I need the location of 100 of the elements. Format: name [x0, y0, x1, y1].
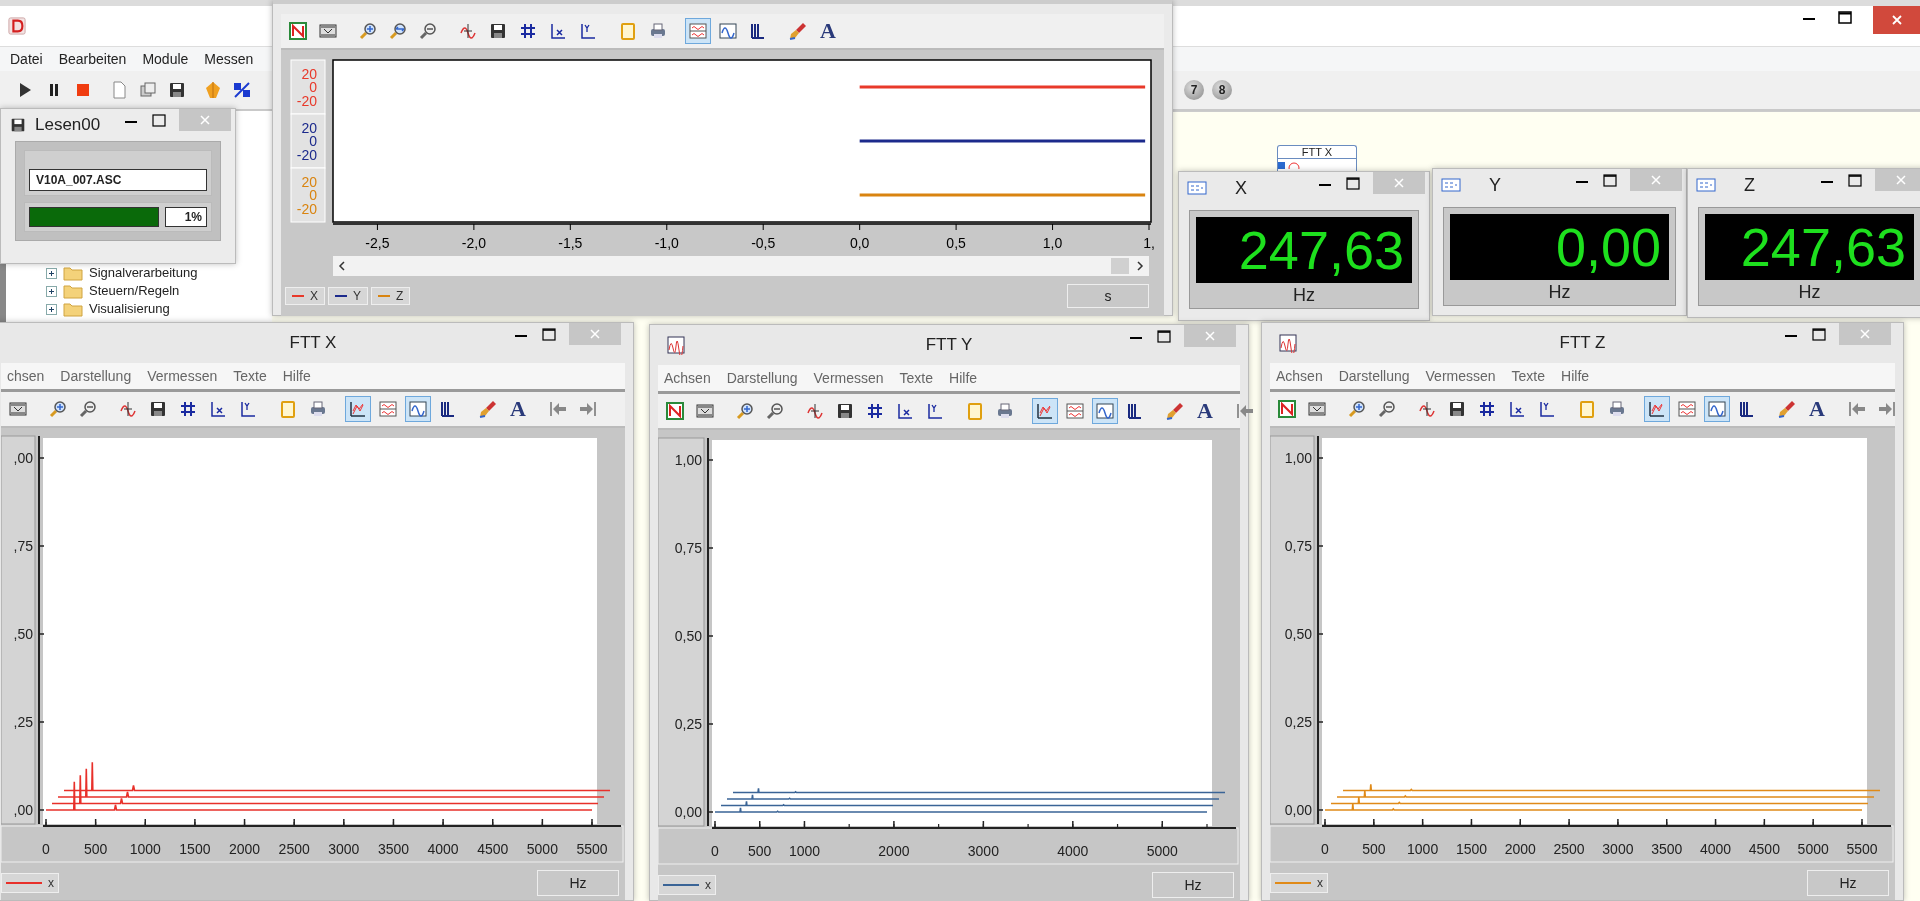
menu-item[interactable]: Hilfe	[949, 370, 978, 386]
axis-label: -20	[296, 200, 317, 217]
axis-label: 3000	[328, 841, 360, 857]
axis-label: 2000	[878, 843, 910, 859]
axis-label: 1500	[1455, 841, 1488, 857]
window-title: FTT X	[289, 333, 337, 353]
axis-label: 20	[301, 65, 317, 82]
axis-label: 0	[1321, 841, 1329, 857]
axis-label: 5500	[1846, 841, 1878, 857]
font-button[interactable]: A	[1192, 398, 1218, 424]
menu-item[interactable]: Vermessen	[813, 370, 884, 386]
axis-label: 0	[42, 841, 50, 857]
menu-item[interactable]: Achsen	[664, 370, 711, 386]
step-button[interactable]: 7	[1184, 80, 1204, 100]
axis-label: 1,0	[1042, 235, 1063, 251]
axis-label: 0,75	[1284, 538, 1312, 554]
axis-label: 5500	[576, 841, 608, 857]
axis-label: 0,00	[674, 804, 702, 820]
axis-label: 5000	[1146, 843, 1178, 859]
axis-label: 20	[301, 119, 317, 136]
axis-label: 1500	[179, 841, 211, 857]
unit-label: Hz	[1292, 284, 1316, 307]
unit-label: Hz	[1152, 872, 1234, 898]
axis-label: 5000	[526, 841, 558, 857]
tree-item[interactable]: Steuern/Regeln	[89, 283, 180, 299]
legend-item[interactable]: X	[285, 287, 325, 305]
font-button[interactable]: A	[815, 18, 841, 44]
axis-label: 500	[83, 841, 108, 857]
axis-label: 0,50	[1284, 626, 1312, 642]
menu-item[interactable]: Darstellung	[60, 368, 132, 384]
block-title: FTT X	[1278, 146, 1356, 159]
axis-label: 1000	[1407, 841, 1439, 857]
menu-item[interactable]: Texte	[233, 368, 267, 384]
unit-label: Hz	[1807, 870, 1889, 896]
window-title: Y	[1489, 174, 1501, 196]
tree-item[interactable]: Signalverarbeitung	[89, 265, 198, 281]
menu-item[interactable]: Darstellung	[726, 370, 798, 386]
axis-label: -0,5	[751, 235, 776, 251]
axis-label: 1,00	[1284, 450, 1312, 466]
window-title: Z	[1744, 174, 1755, 196]
axis-label: 500	[748, 843, 772, 859]
axis-label: ,50	[13, 626, 33, 642]
progress-reading: 1%	[165, 207, 207, 227]
axis-label: 2500	[1553, 841, 1585, 857]
file-field[interactable]: V10A_007.ASC	[29, 169, 207, 191]
axis-label: 0	[711, 843, 719, 859]
axis-label: -20	[296, 146, 317, 163]
menu-item[interactable]: Texte	[1511, 368, 1546, 384]
axis-label: 4000	[1699, 841, 1732, 857]
menu-item[interactable]: Hilfe	[1561, 368, 1590, 384]
axis-label: 0	[309, 187, 317, 203]
menu-item[interactable]: Datei	[10, 51, 43, 67]
axis-label: -2,0	[461, 235, 486, 251]
menu-item[interactable]: Vermessen	[1425, 368, 1496, 384]
legend-item[interactable]: Z	[371, 287, 411, 305]
axis-label: 1,	[1143, 235, 1155, 251]
axis-label: ,25	[13, 714, 33, 730]
unit-label: Hz	[537, 870, 619, 896]
font-button[interactable]: A	[505, 396, 531, 422]
axis-label: 4500	[477, 841, 509, 857]
unit-label: s	[1067, 284, 1149, 308]
axis-label: 2000	[228, 841, 261, 857]
axis-label: 5000	[1797, 841, 1829, 857]
axis-label: 0,0	[849, 235, 870, 251]
axis-label: 1000	[129, 841, 161, 857]
legend-item[interactable]: Y	[328, 287, 369, 305]
axis-label: 4000	[427, 841, 459, 857]
tree-item[interactable]: Visualisierung	[89, 301, 170, 317]
axis-label: 0	[309, 133, 317, 149]
window-title: FTT Y	[925, 335, 973, 355]
axis-label: ,00	[13, 450, 33, 466]
axis-label: 4500	[1748, 841, 1780, 857]
menu-item[interactable]: Achsen	[1276, 368, 1323, 384]
module-block[interactable]: FTT X	[1277, 145, 1357, 172]
menu-item[interactable]: chsen	[7, 368, 45, 384]
axis-label: ,75	[13, 538, 33, 554]
menu-item[interactable]: Messen	[204, 51, 254, 67]
window-title: Lesen00	[35, 115, 101, 135]
unit-label: Hz	[1547, 281, 1572, 304]
axis-label: 0,50	[674, 628, 702, 644]
axis-label: 0,25	[1284, 714, 1312, 730]
axis-label: 4000	[1057, 843, 1089, 859]
menu-item[interactable]: Texte	[899, 370, 934, 386]
unit-label: Hz	[1797, 281, 1822, 304]
axis-label: 1000	[788, 843, 821, 859]
menu-item[interactable]: Darstellung	[1338, 368, 1410, 384]
menu-item[interactable]: Bearbeiten	[58, 51, 127, 67]
axis-label: 0,00	[1284, 802, 1312, 818]
digital-readout: 247,63	[1705, 214, 1914, 280]
font-button[interactable]: A	[1804, 396, 1830, 422]
menu-item[interactable]: Hilfe	[282, 368, 311, 384]
axis-label: 500	[1362, 841, 1386, 857]
axis-label: 3000	[967, 843, 999, 859]
step-button[interactable]: 8	[1212, 80, 1232, 100]
axis-label: -1,0	[654, 235, 679, 251]
menu-item[interactable]: Vermessen	[147, 368, 218, 384]
legend-item[interactable]: x	[658, 875, 716, 895]
menu-item[interactable]: Module	[142, 51, 189, 67]
legend-item[interactable]: x	[1270, 873, 1328, 893]
legend-item[interactable]: x	[1, 873, 59, 893]
